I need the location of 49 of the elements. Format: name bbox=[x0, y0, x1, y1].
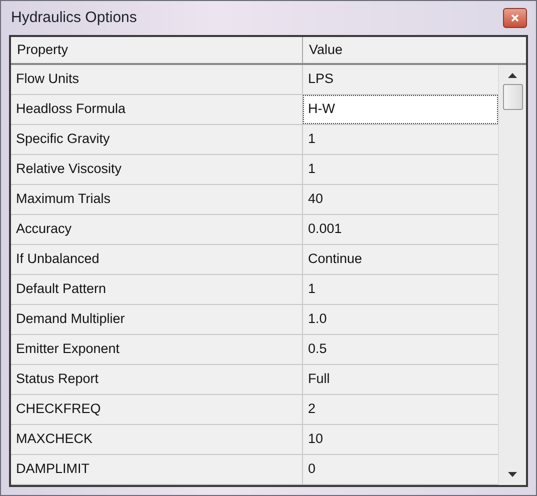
table-row[interactable]: Relative Viscosity 1 bbox=[11, 155, 498, 185]
table-row[interactable]: Headloss Formula H-W bbox=[11, 95, 498, 125]
value-cell[interactable]: 1 bbox=[303, 155, 498, 184]
table-row[interactable]: Accuracy 0.001 bbox=[11, 215, 498, 245]
property-cell: Default Pattern bbox=[11, 275, 303, 304]
column-header[interactable]: Property bbox=[11, 37, 303, 63]
table-row[interactable]: CHECKFREQ 2 bbox=[11, 395, 498, 425]
property-cell: Relative Viscosity bbox=[11, 155, 303, 184]
table-row[interactable]: DAMPLIMIT 0 bbox=[11, 455, 498, 485]
property-cell: DAMPLIMIT bbox=[11, 455, 303, 484]
table-row[interactable]: MAXCHECK 10 bbox=[11, 425, 498, 455]
value-cell[interactable]: 10 bbox=[303, 425, 498, 454]
value-cell[interactable]: Continue bbox=[303, 245, 498, 274]
table-row[interactable]: Default Pattern 1 bbox=[11, 275, 498, 305]
table-row[interactable]: Maximum Trials 40 bbox=[11, 185, 498, 215]
table-row[interactable]: If Unbalanced Continue bbox=[11, 245, 498, 275]
scroll-down-arrow-icon[interactable] bbox=[508, 472, 517, 477]
property-cell: Accuracy bbox=[11, 215, 303, 244]
table-row[interactable]: Status Report Full bbox=[11, 365, 498, 395]
table-row[interactable]: Emitter Exponent 0.5 bbox=[11, 335, 498, 365]
value-cell[interactable]: H-W bbox=[303, 95, 498, 124]
property-cell: Demand Multiplier bbox=[11, 305, 303, 334]
close-button[interactable] bbox=[503, 8, 527, 28]
property-cell: CHECKFREQ bbox=[11, 395, 303, 424]
scrollbar-thumb[interactable] bbox=[502, 84, 522, 110]
value-cell[interactable]: 1 bbox=[303, 275, 498, 304]
property-cell: Specific Gravity bbox=[11, 125, 303, 154]
value-cell[interactable]: 1 bbox=[303, 125, 498, 154]
value-cell[interactable]: 1.0 bbox=[303, 305, 498, 334]
value-cell[interactable]: 0.001 bbox=[303, 215, 498, 244]
property-cell: Flow Units bbox=[11, 65, 303, 94]
value-cell[interactable]: 0.5 bbox=[303, 335, 498, 364]
scrollbar[interactable] bbox=[498, 65, 526, 485]
column-header[interactable]: Value bbox=[303, 37, 526, 63]
window-title: Hydraulics Options bbox=[11, 8, 137, 28]
value-cell[interactable]: Full bbox=[303, 365, 498, 394]
property-cell: Emitter Exponent bbox=[11, 335, 303, 364]
table-row[interactable]: Demand Multiplier 1.0 bbox=[11, 305, 498, 335]
property-cell: Maximum Trials bbox=[11, 185, 303, 214]
close-icon bbox=[511, 14, 519, 22]
property-cell: If Unbalanced bbox=[11, 245, 303, 274]
value-cell[interactable]: 40 bbox=[303, 185, 498, 214]
table-row[interactable]: Specific Gravity 1 bbox=[11, 125, 498, 155]
property-cell: MAXCHECK bbox=[11, 425, 303, 454]
value-cell[interactable]: LPS bbox=[303, 65, 498, 94]
value-cell[interactable]: 0 bbox=[303, 455, 498, 484]
scroll-up-arrow-icon[interactable] bbox=[508, 73, 517, 78]
value-cell[interactable]: 2 bbox=[303, 395, 498, 424]
property-cell: Status Report bbox=[11, 365, 303, 394]
